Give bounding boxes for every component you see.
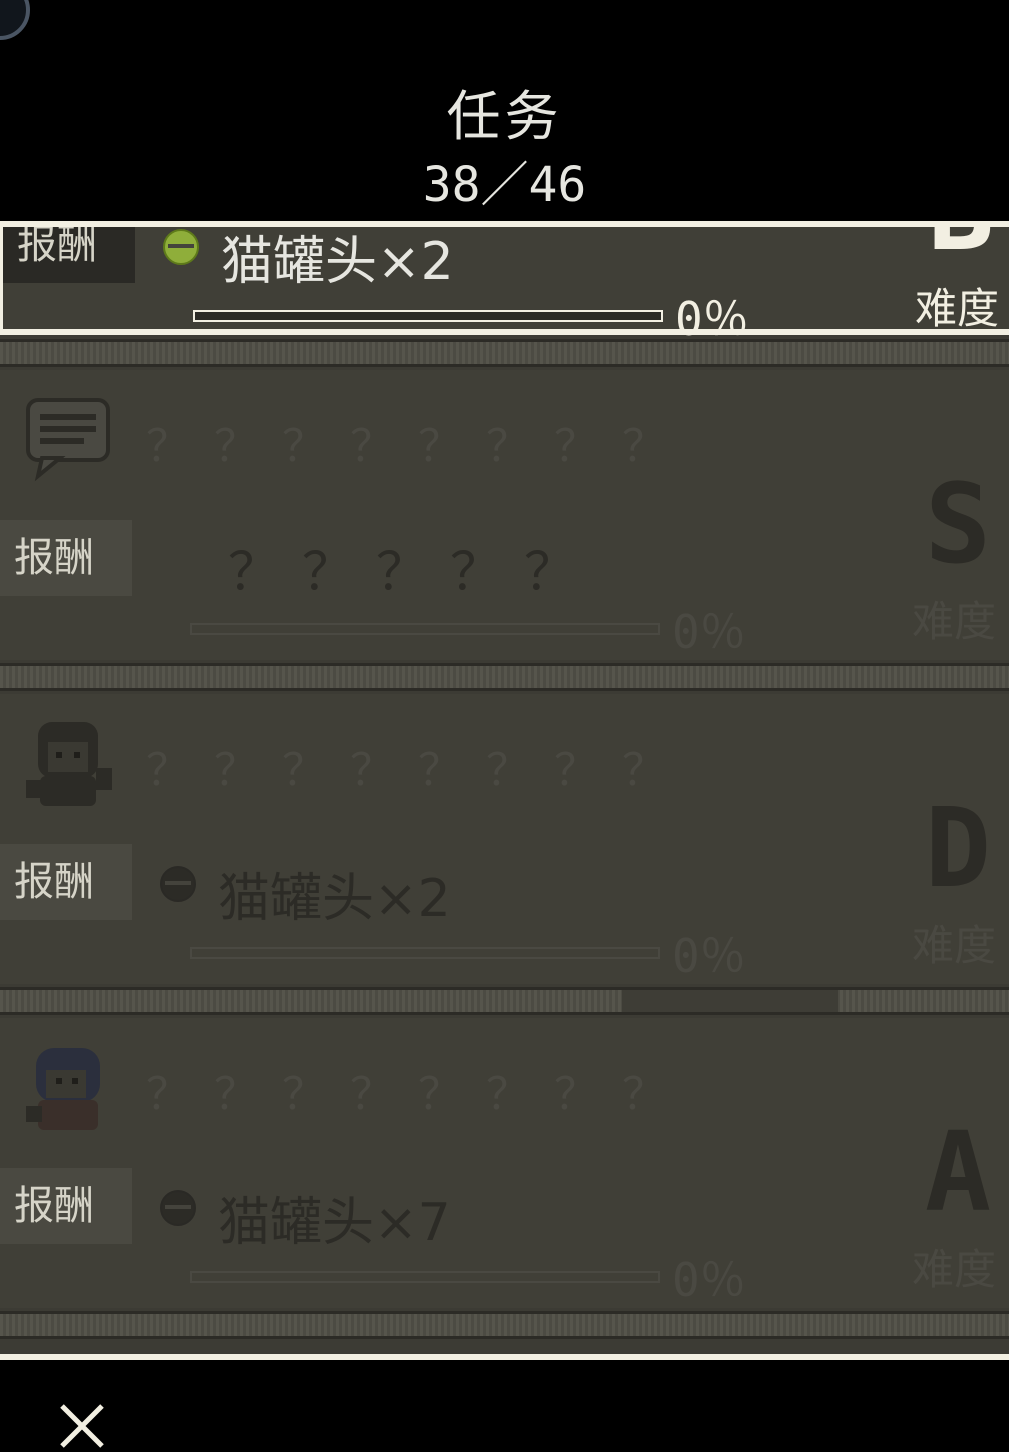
coin-icon — [160, 866, 196, 902]
difficulty-grade: B — [919, 227, 1003, 266]
difficulty-grade: S — [924, 460, 992, 588]
character-portrait-icon — [26, 722, 112, 806]
difficulty-grade: D — [924, 784, 992, 912]
quest-card[interactable]: ？？？？？？？？ 报酬 猫罐头×2 0％ D 难度 — [0, 694, 1009, 984]
card-separator — [0, 663, 1009, 691]
close-icon[interactable] — [56, 1400, 108, 1452]
scrollbar-thumb[interactable] — [622, 990, 838, 1012]
quest-list[interactable]: 报酬 猫罐头×2 0％ B 难度 ？？？？？？？？ 报酬 ？？？？？ 0％ S … — [0, 227, 1009, 1354]
coin-icon — [160, 1190, 196, 1226]
progress-bar — [190, 623, 660, 635]
reward-label: 报酬 — [3, 227, 135, 283]
difficulty-label: 难度 — [912, 921, 997, 970]
quest-title: ？？？？？？？？ — [146, 1069, 690, 1120]
difficulty-grade: A — [924, 1108, 992, 1236]
menu-round-button[interactable] — [0, 0, 30, 40]
reward-label: 报酬 — [0, 1168, 132, 1244]
progress-bar — [190, 947, 660, 959]
character-portrait-icon — [26, 1048, 100, 1130]
quest-title: ？？？？？？？？ — [146, 421, 690, 472]
quest-card[interactable]: ？？？？？？？？ 报酬 猫罐头×7 0％ A 难度 — [0, 1018, 1009, 1308]
quest-card[interactable]: ？？？？？？？？ 报酬 ？？？？？ 0％ S 难度 — [0, 370, 1009, 660]
card-separator — [0, 339, 1009, 367]
quest-title: ？？？？？？？？ — [146, 745, 690, 796]
difficulty-label: 难度 — [912, 1245, 997, 1294]
difficulty-label: 难度 — [915, 284, 1000, 333]
progress-bar — [190, 1271, 660, 1283]
quest-counter: 38／46 — [422, 157, 587, 213]
card-separator — [0, 1311, 1009, 1339]
reward-text: 猫罐头×7 — [218, 1193, 451, 1253]
coin-icon — [163, 229, 199, 265]
progress-bar — [193, 310, 663, 322]
progress-percent: 0％ — [672, 605, 746, 659]
card-separator — [0, 987, 1009, 1015]
progress-percent: 0％ — [672, 929, 746, 983]
difficulty-label: 难度 — [912, 597, 997, 646]
reward-label: 报酬 — [0, 520, 132, 596]
reward-text: 猫罐头×2 — [218, 869, 451, 929]
progress-percent: 0％ — [672, 1253, 746, 1307]
speech-bubble-icon — [26, 398, 110, 482]
page-title: 任务 — [446, 85, 563, 148]
reward-text: ？？？？？ — [228, 543, 599, 603]
reward-text: 猫罐头×2 — [221, 232, 454, 292]
reward-label: 报酬 — [0, 844, 132, 920]
quest-card[interactable]: 报酬 猫罐头×2 0％ B 难度 — [0, 227, 1009, 346]
divider-bottom — [0, 1354, 1009, 1360]
